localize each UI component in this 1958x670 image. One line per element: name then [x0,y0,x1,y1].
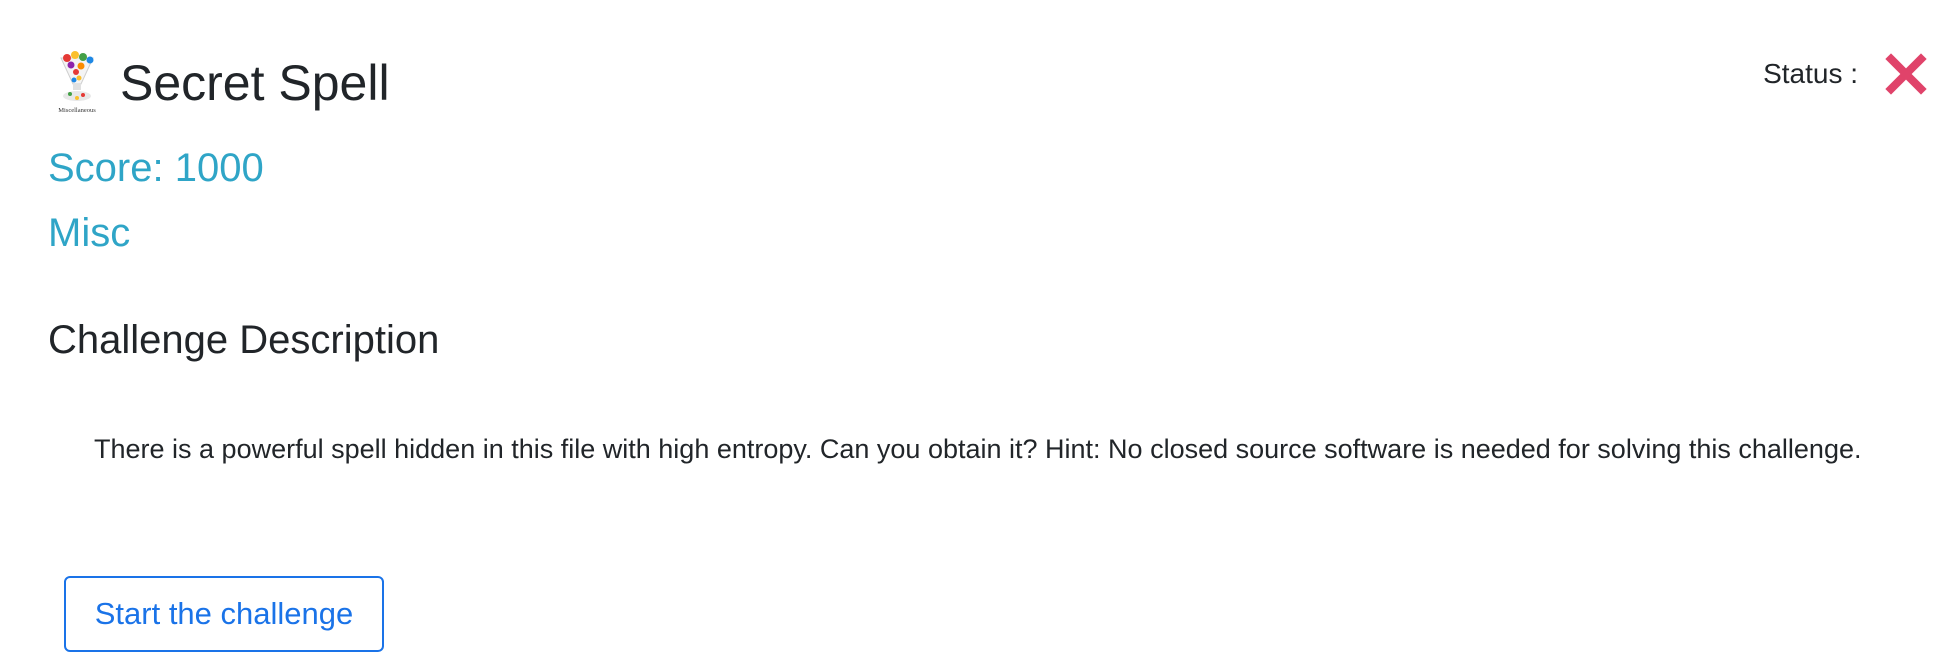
challenge-score: Score: 1000 [48,146,264,190]
start-challenge-button[interactable]: Start the challenge [64,576,384,652]
challenge-header: Miscellaneous Secret Spell [48,50,390,116]
cross-icon [1885,53,1927,95]
logo-caption: Miscellaneous [58,107,96,114]
description-heading: Challenge Description [48,318,440,362]
description-text: There is a powerful spell hidden in this… [94,434,1862,464]
miscellaneous-icon [60,51,94,101]
status-label: Status : [1763,58,1858,89]
challenge-page: Miscellaneous Secret Spell Status : Scor… [0,0,1958,670]
challenge-category: Misc [48,211,131,255]
status-indicator: Status : [1763,52,1928,96]
challenge-title: Secret Spell [120,55,390,111]
category-logo: Miscellaneous [48,50,106,116]
